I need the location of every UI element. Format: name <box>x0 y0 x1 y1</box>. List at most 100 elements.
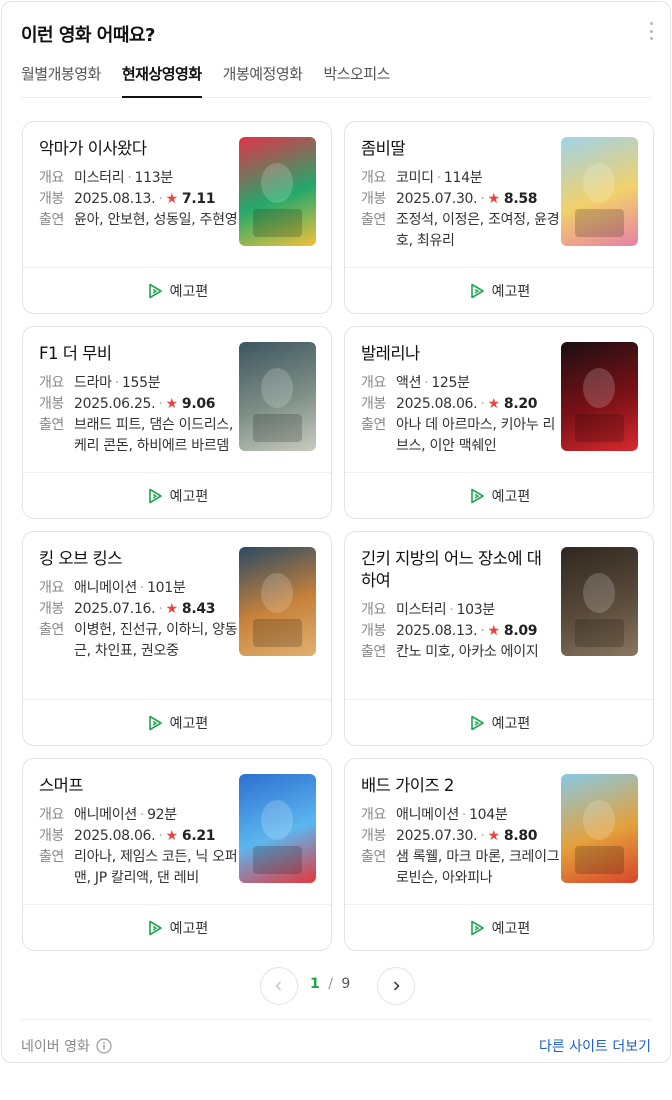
release-date: 2025.07.30. <box>396 828 478 844</box>
movie-title[interactable]: 발레리나 <box>361 343 551 365</box>
release-row: 개봉 2025.07.30. · ★ 8.80 <box>361 826 561 847</box>
star-icon: ★ <box>165 828 178 844</box>
movie-card-bad-guys-2[interactable]: 배드 가이즈 2 개요 애니메이션 · 104분 개봉 2025.07.30. … <box>344 758 654 951</box>
genre-row: 개요 애니메이션 · 104분 <box>361 805 561 826</box>
movie-runtime: 155분 <box>121 375 161 391</box>
poster-image <box>253 800 302 874</box>
cast-label: 출연 <box>39 849 64 865</box>
tab-now-showing[interactable]: 현재상영영화 <box>121 62 202 98</box>
trailer-label: 예고편 <box>491 715 531 732</box>
movie-title[interactable]: 좀비딸 <box>361 138 551 160</box>
cast-row: 출연 윤아, 안보현, 성동일, 주현영 <box>39 210 239 231</box>
movie-poster[interactable] <box>239 342 316 451</box>
chevron-left-icon <box>275 981 282 991</box>
more-sites-link[interactable]: 다른 사이트 더보기 <box>539 1036 651 1056</box>
movie-card-kinki-region[interactable]: 긴키 지방의 어느 장소에 대하여 개요 미스터리 · 103분 개봉 2025… <box>344 531 654 746</box>
total-pages: 9 <box>341 976 351 992</box>
cast-label: 출연 <box>361 644 386 660</box>
trailer-button[interactable]: 예고편 <box>23 267 331 313</box>
trailer-button[interactable]: 예고편 <box>23 904 331 950</box>
release-date: 2025.08.06. <box>396 396 478 412</box>
poster-image <box>575 163 624 237</box>
prev-page-button[interactable] <box>260 967 298 1005</box>
trailer-label: 예고편 <box>169 920 209 937</box>
release-date: 2025.07.16. <box>74 601 156 617</box>
movie-cast: 이병헌, 진선규, 이하늬, 양동근, 차인표, 권오중 <box>74 622 238 659</box>
movie-title[interactable]: F1 더 무비 <box>39 343 229 365</box>
movie-poster[interactable] <box>239 137 316 246</box>
release-date: 2025.08.13. <box>74 191 156 207</box>
movie-runtime: 103분 <box>456 602 495 618</box>
release-row: 개봉 2025.08.13. · ★ 8.09 <box>361 621 561 642</box>
movie-card-zombie-daughter[interactable]: 좀비딸 개요 코미디 · 114분 개봉 2025.07.30. · ★ 8.5… <box>344 121 654 314</box>
cast-label: 출연 <box>39 212 64 228</box>
movie-genre: 애니메이션 <box>74 580 137 596</box>
movie-genre: 미스터리 <box>396 602 447 618</box>
cast-row: 출연 리아나, 제임스 코든, 닉 오퍼맨, JP 칼리액, 댄 레비 <box>39 847 239 889</box>
movie-poster[interactable] <box>561 342 638 451</box>
poster-image <box>253 573 302 647</box>
star-icon: ★ <box>487 396 500 412</box>
movie-poster[interactable] <box>239 547 316 656</box>
movie-card-smurfs[interactable]: 스머프 개요 애니메이션 · 92분 개봉 2025.08.06. · ★ 6.… <box>22 758 332 951</box>
movie-cast: 샘 록웰, 마크 마론, 크레이그 로빈슨, 아와피나 <box>396 849 560 886</box>
movie-poster[interactable] <box>561 137 638 246</box>
movie-rating: 8.58 <box>503 191 538 207</box>
movie-genre: 드라마 <box>74 375 112 391</box>
release-row: 개봉 2025.08.13. · ★ 7.11 <box>39 189 239 210</box>
movie-info: 개요 코미디 · 114분 개봉 2025.07.30. · ★ 8.58 출연 조정석… <box>361 168 561 252</box>
movie-info: 개요 드라마 · 155분 개봉 2025.06.25. · ★ 9.06 출연 브래드… <box>39 373 239 457</box>
movie-card-king-of-kings[interactable]: 킹 오브 킹스 개요 애니메이션 · 101분 개봉 2025.07.16. ·… <box>22 531 332 746</box>
star-icon: ★ <box>165 191 178 207</box>
movie-info: 개요 미스터리 · 113분 개봉 2025.08.13. · ★ 7.11 출연 윤아… <box>39 168 239 231</box>
genre-row: 개요 드라마 · 155분 <box>39 373 239 394</box>
movie-title[interactable]: 킹 오브 킹스 <box>39 548 229 570</box>
tab-upcoming[interactable]: 개봉예정영화 <box>223 62 303 98</box>
cast-row: 출연 아나 데 아르마스, 키아누 리브스, 이안 맥쉐인 <box>361 415 561 457</box>
trailer-label: 예고편 <box>169 283 209 300</box>
trailer-label: 예고편 <box>491 920 531 937</box>
trailer-button[interactable]: 예고편 <box>345 472 653 518</box>
play-icon <box>148 715 162 730</box>
release-label: 개봉 <box>39 396 64 412</box>
trailer-button[interactable]: 예고편 <box>23 699 331 745</box>
play-icon <box>148 283 162 298</box>
movie-title[interactable]: 배드 가이즈 2 <box>361 775 551 797</box>
release-date: 2025.07.30. <box>396 191 478 207</box>
play-icon <box>470 715 484 730</box>
release-label: 개봉 <box>361 191 386 207</box>
movie-runtime: 113분 <box>134 170 173 186</box>
movie-runtime: 125분 <box>431 375 470 391</box>
more-options-icon[interactable] <box>648 22 654 40</box>
tab-box-office[interactable]: 박스오피스 <box>323 62 390 98</box>
movie-rating: 8.43 <box>181 601 216 617</box>
tab-monthly-release[interactable]: 월별개봉영화 <box>21 62 101 98</box>
pagination: 1 / 9 <box>2 967 672 1005</box>
release-row: 개봉 2025.07.30. · ★ 8.58 <box>361 189 561 210</box>
movie-info: 개요 애니메이션 · 92분 개봉 2025.08.06. · ★ 6.21 출연 리아… <box>39 805 239 889</box>
release-date: 2025.06.25. <box>74 396 156 412</box>
movie-genre: 애니메이션 <box>74 807 137 823</box>
info-icon[interactable] <box>96 1038 112 1054</box>
movie-title[interactable]: 악마가 이사왔다 <box>39 138 229 160</box>
movie-card-ballerina[interactable]: 발레리나 개요 액션 · 125분 개봉 2025.08.06. · ★ 8.2… <box>344 326 654 519</box>
star-icon: ★ <box>487 828 500 844</box>
movie-poster[interactable] <box>239 774 316 883</box>
movie-runtime: 101분 <box>147 580 186 596</box>
movie-runtime: 104분 <box>469 807 508 823</box>
next-page-button[interactable] <box>377 967 415 1005</box>
movie-title[interactable]: 스머프 <box>39 775 229 797</box>
movie-title[interactable]: 긴키 지방의 어느 장소에 대하여 <box>361 548 551 592</box>
movie-info: 개요 미스터리 · 103분 개봉 2025.08.13. · ★ 8.09 출연 칸노… <box>361 600 561 663</box>
movie-poster[interactable] <box>561 774 638 883</box>
movie-card-devil-moved-in[interactable]: 악마가 이사왔다 개요 미스터리 · 113분 개봉 2025.08.13. ·… <box>22 121 332 314</box>
trailer-button[interactable]: 예고편 <box>345 267 653 313</box>
movie-poster[interactable] <box>561 547 638 656</box>
genre-label: 개요 <box>361 602 386 618</box>
trailer-label: 예고편 <box>169 488 209 505</box>
trailer-button[interactable]: 예고편 <box>345 699 653 745</box>
trailer-button[interactable]: 예고편 <box>23 472 331 518</box>
movie-rating: 6.21 <box>181 828 216 844</box>
trailer-button[interactable]: 예고편 <box>345 904 653 950</box>
movie-card-f1-the-movie[interactable]: F1 더 무비 개요 드라마 · 155분 개봉 2025.06.25. · ★… <box>22 326 332 519</box>
